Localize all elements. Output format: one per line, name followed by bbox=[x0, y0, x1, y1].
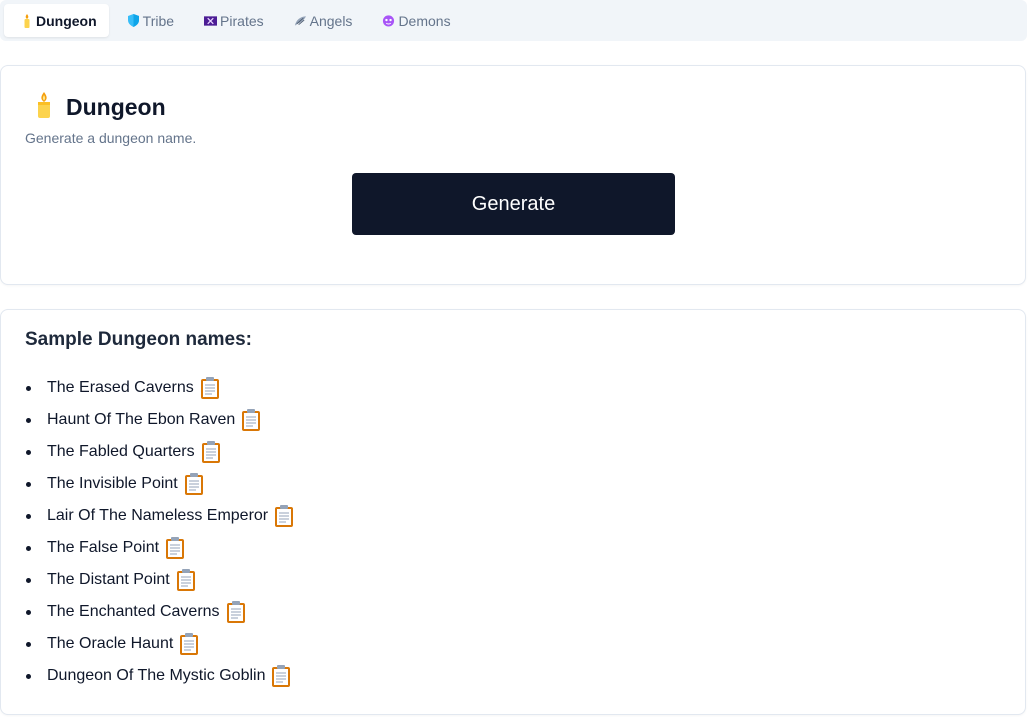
pirate-flag-icon bbox=[204, 14, 218, 28]
tab-bar: Dungeon Tribe Pirates Angels Demons bbox=[0, 0, 1027, 41]
goblin-icon bbox=[382, 14, 395, 28]
list-item: The Erased Caverns bbox=[25, 372, 294, 404]
list-item: The False Point bbox=[25, 532, 294, 564]
tab-label: Tribe bbox=[142, 12, 175, 29]
bullet bbox=[26, 545, 31, 551]
sample-name: The Fabled Quarters bbox=[47, 443, 195, 460]
samples-heading: Sample Dungeon names: bbox=[25, 329, 252, 350]
bullet bbox=[26, 609, 31, 615]
clipboard-icon[interactable] bbox=[176, 568, 196, 592]
clipboard-icon[interactable] bbox=[241, 408, 261, 432]
list-item: Haunt Of The Ebon Raven bbox=[25, 404, 294, 436]
clipboard-icon[interactable] bbox=[200, 376, 220, 400]
generate-button[interactable]: Generate bbox=[352, 173, 675, 235]
clipboard-icon[interactable] bbox=[274, 504, 294, 528]
candle-icon bbox=[20, 13, 33, 28]
wing-icon bbox=[294, 14, 307, 28]
sample-name: The Distant Point bbox=[47, 571, 170, 588]
page-title: Dungeon bbox=[66, 94, 166, 120]
sample-name: Dungeon Of The Mystic Goblin bbox=[47, 667, 266, 684]
list-item: Dungeon Of The Mystic Goblin bbox=[25, 660, 294, 692]
bullet bbox=[26, 385, 31, 391]
tab-pirates[interactable]: Pirates bbox=[188, 4, 276, 37]
tab-angels[interactable]: Angels bbox=[278, 4, 365, 37]
tab-label: Angels bbox=[309, 12, 353, 29]
shield-icon bbox=[127, 14, 140, 28]
bullet bbox=[26, 673, 31, 679]
generator-card: Dungeon Generate a dungeon name. Generat… bbox=[0, 65, 1026, 285]
candle-icon bbox=[35, 92, 53, 123]
bullet bbox=[26, 481, 31, 487]
bullet bbox=[26, 641, 31, 647]
sample-name: Haunt Of The Ebon Raven bbox=[47, 411, 236, 428]
sample-names-list: The Erased Caverns Haunt Of The Ebon Rav… bbox=[25, 372, 294, 692]
sample-name: The Oracle Haunt bbox=[47, 635, 174, 652]
sample-name: The False Point bbox=[47, 539, 160, 556]
clipboard-icon[interactable] bbox=[201, 440, 221, 464]
tab-demons[interactable]: Demons bbox=[366, 4, 462, 37]
samples-card: Sample Dungeon names: The Erased Caverns… bbox=[0, 309, 1026, 715]
list-item: The Distant Point bbox=[25, 564, 294, 596]
tab-label: Demons bbox=[398, 12, 451, 29]
tab-label: Dungeon bbox=[36, 12, 97, 29]
sample-name: Lair Of The Nameless Emperor bbox=[47, 507, 269, 524]
clipboard-icon[interactable] bbox=[226, 600, 246, 624]
sample-name: The Erased Caverns bbox=[47, 379, 194, 396]
generator-header: Dungeon bbox=[35, 92, 166, 123]
tab-tribe[interactable]: Tribe bbox=[111, 4, 186, 37]
generator-description: Generate a dungeon name. bbox=[25, 130, 197, 146]
clipboard-icon[interactable] bbox=[179, 632, 199, 656]
bullet bbox=[26, 577, 31, 583]
list-item: The Fabled Quarters bbox=[25, 436, 294, 468]
bullet bbox=[26, 513, 31, 519]
clipboard-icon[interactable] bbox=[165, 536, 185, 560]
clipboard-icon[interactable] bbox=[184, 472, 204, 496]
sample-name: The Enchanted Caverns bbox=[47, 603, 220, 620]
bullet bbox=[26, 449, 31, 455]
list-item: The Enchanted Caverns bbox=[25, 596, 294, 628]
sample-name: The Invisible Point bbox=[47, 475, 178, 492]
list-item: The Oracle Haunt bbox=[25, 628, 294, 660]
tab-label: Pirates bbox=[220, 12, 264, 29]
list-item: The Invisible Point bbox=[25, 468, 294, 500]
list-item: Lair Of The Nameless Emperor bbox=[25, 500, 294, 532]
bullet bbox=[26, 417, 31, 423]
clipboard-icon[interactable] bbox=[271, 664, 291, 688]
tab-dungeon[interactable]: Dungeon bbox=[4, 4, 109, 37]
